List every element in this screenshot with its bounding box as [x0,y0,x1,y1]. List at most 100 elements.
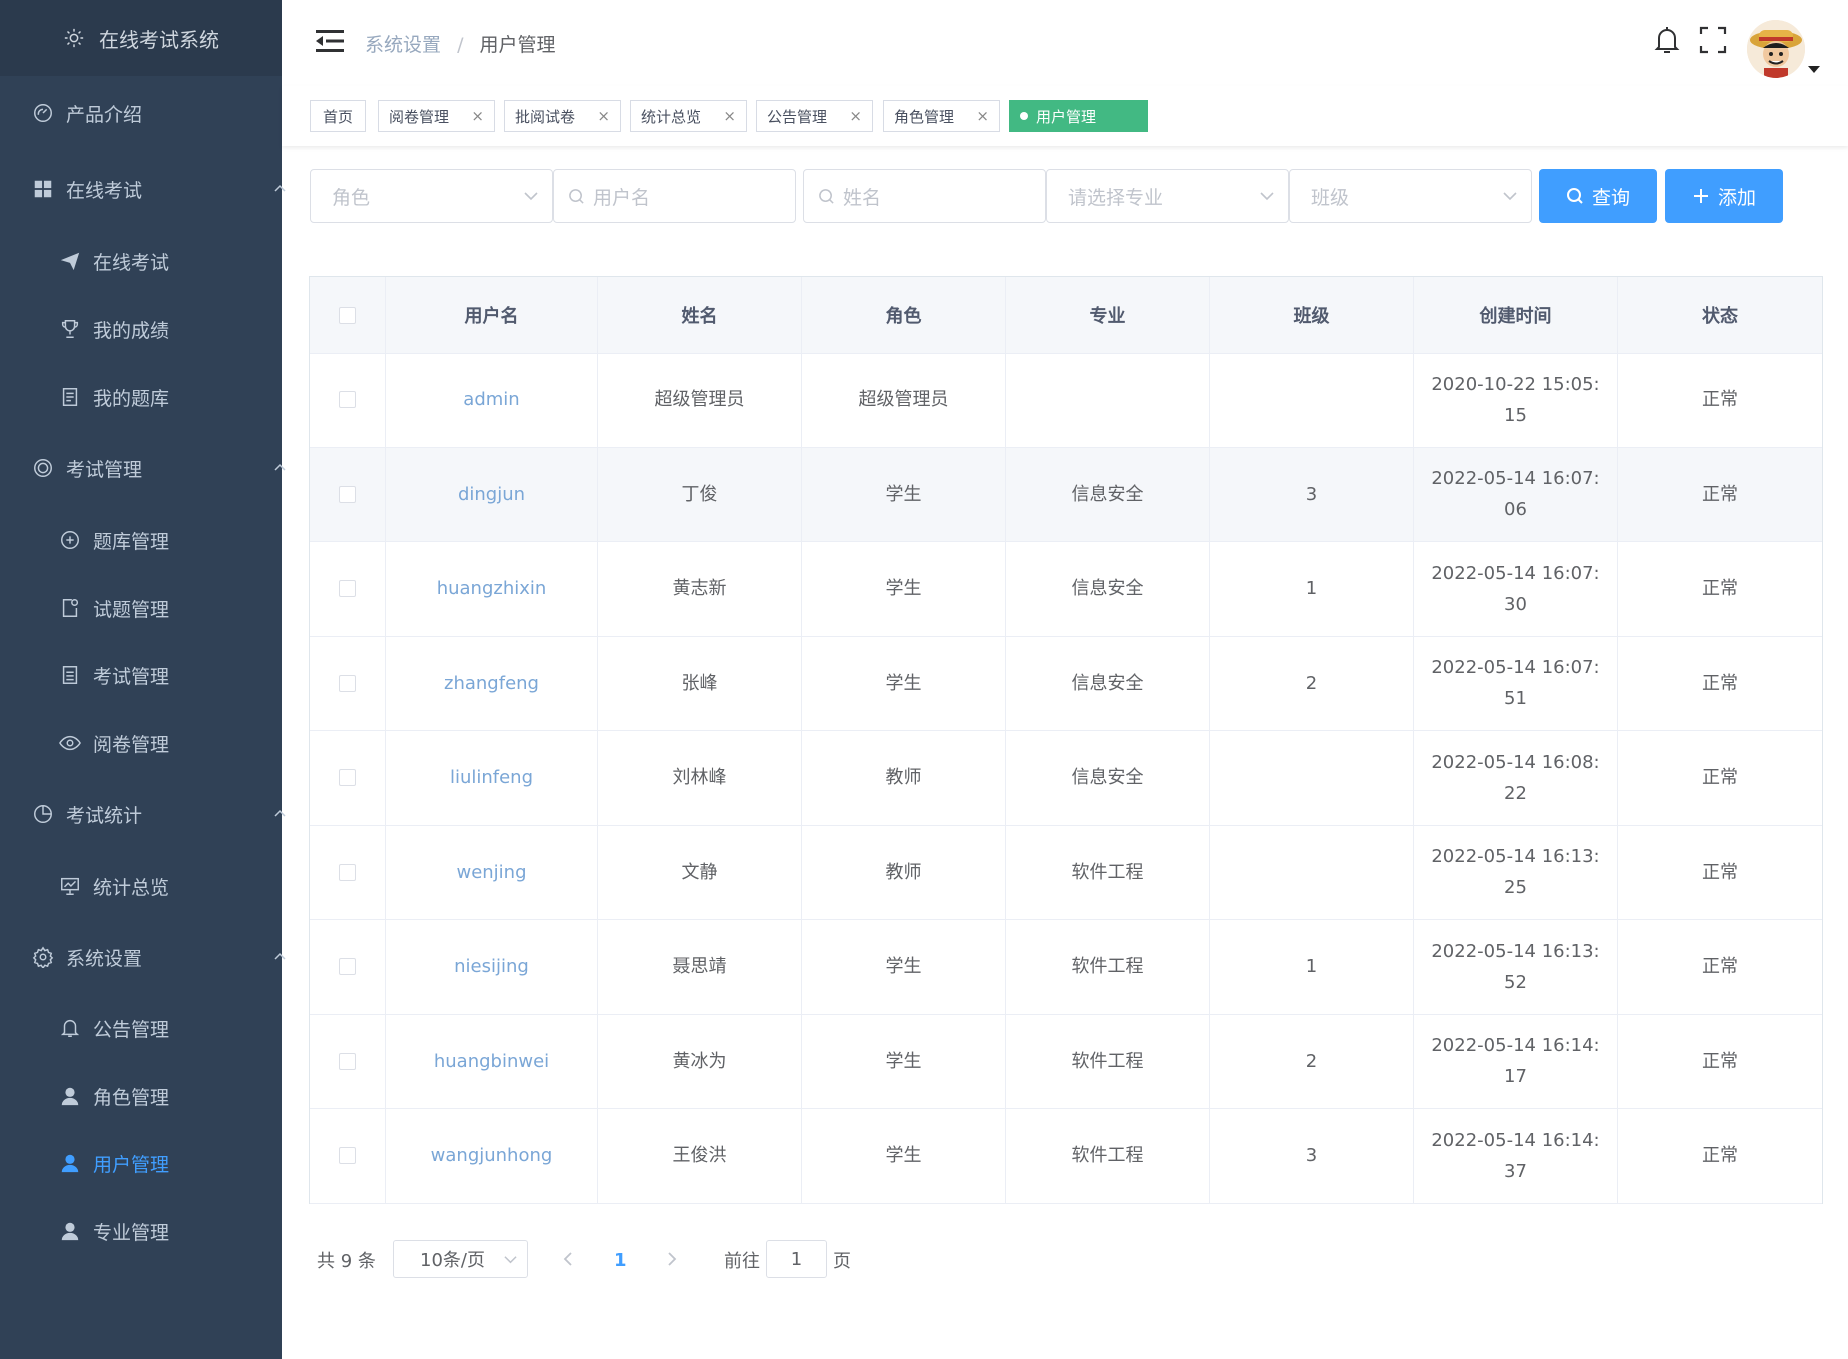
row-checkbox[interactable] [339,958,356,976]
header-role[interactable]: 角色 [802,277,1006,353]
avatar[interactable] [1747,20,1805,78]
sidebar-item-product-intro[interactable]: 产品介绍 [0,83,314,143]
table-row[interactable]: admin 超级管理员 超级管理员 2020-10-22 15:05:15 正常 [310,353,1822,448]
sidebar-group-exam-management[interactable]: 考试管理 [0,438,314,498]
header-name[interactable]: 姓名 [598,277,802,353]
row-checkbox[interactable] [339,485,356,503]
username-cell[interactable]: zhangfeng [386,636,598,730]
row-checkbox[interactable] [339,391,356,409]
header-created-time[interactable]: 创建时间 [1414,277,1618,353]
add-button-label: 添加 [1717,186,1756,209]
close-icon[interactable]: × [976,107,989,125]
sidebar-item-question-management[interactable]: 试题管理 [0,580,341,636]
username-cell[interactable]: huangzhixin [386,542,598,636]
class-select[interactable]: 班级 [1289,169,1532,223]
menu-fold-icon[interactable] [316,29,344,53]
role-cell: 超级管理员 [802,353,1006,447]
table-row[interactable]: huangzhixin 黄志新 学生 信息安全 1 2022-05-14 16:07:30… [310,542,1822,637]
username-cell[interactable]: admin [386,353,598,447]
row-checkbox[interactable] [339,674,356,692]
created-time-cell: 2022-05-14 16:07:06 [1414,447,1618,541]
username-input[interactable]: 用户名 [553,169,796,223]
close-icon[interactable]: × [849,107,862,125]
header-status[interactable]: 状态 [1618,277,1822,353]
tag-home[interactable]: 首页 [310,100,366,132]
table-row[interactable]: zhangfeng 张峰 学生 信息安全 2 2022-05-14 16:07:51 正常 [310,636,1822,731]
table-row[interactable]: niesijing 聂思靖 学生 软件工程 1 2022-05-14 16:13:52 正常 [310,920,1822,1015]
chevron-down-icon [1260,192,1274,201]
major-select[interactable]: 请选择专业 [1046,169,1289,223]
table-row[interactable]: liulinfeng 刘林峰 教师 信息安全 2022-05-14 16:08:22 正常 [310,731,1822,826]
sidebar-group-system-settings[interactable]: 系统设置 [0,927,314,987]
sidebar-item-my-question-bank[interactable]: 我的题库 [0,369,341,425]
major-cell: 软件工程 [1006,1109,1210,1203]
header-class[interactable]: 班级 [1210,277,1414,353]
name-cell: 刘林峰 [598,731,802,825]
username-cell[interactable]: dingjun [386,447,598,541]
edit-doc-icon [59,597,81,619]
tag-role-management[interactable]: 角色管理 × [883,100,1000,132]
breadcrumb-parent[interactable]: 系统设置 [365,34,441,56]
row-checkbox[interactable] [339,1052,356,1070]
row-checkbox[interactable] [339,863,356,881]
next-page-icon[interactable] [665,1251,679,1267]
row-checkbox-cell [310,353,386,447]
table-row[interactable]: wangjunhong 王俊洪 学生 软件工程 3 2022-05-14 16:14:37… [310,1109,1822,1204]
tag-statistics-overview[interactable]: 统计总览 × [630,100,747,132]
tag-grading-management[interactable]: 阅卷管理 × [378,100,495,132]
page-size-select[interactable]: 10条/页 [393,1240,528,1278]
app-logo[interactable]: 在线考试系统 [0,0,282,76]
sidebar-item-my-scores[interactable]: 我的成绩 [0,301,341,357]
query-button-label: 查询 [1591,186,1630,209]
fullscreen-icon[interactable] [1698,24,1728,56]
select-all-checkbox[interactable] [339,306,356,324]
username-cell[interactable]: huangbinwei [386,1014,598,1108]
table-row[interactable]: dingjun 丁俊 学生 信息安全 3 2022-05-14 16:07:06 正常 [310,447,1822,542]
close-icon[interactable]: × [471,107,484,125]
username-cell[interactable]: wenjing [386,825,598,919]
pie-chart-icon [32,803,54,825]
role-select[interactable]: 角色 [310,169,553,223]
sidebar-item-user-management[interactable]: 用户管理 [0,1135,341,1191]
page-number-current[interactable]: 1 [614,1241,627,1279]
tag-review-papers[interactable]: 批阅试卷 × [504,100,621,132]
sidebar-item-exam-management[interactable]: 考试管理 [0,647,341,703]
sidebar-item-label: 公告管理 [93,1018,170,1041]
username-cell[interactable]: wangjunhong [386,1109,598,1203]
header-major[interactable]: 专业 [1006,277,1210,353]
class-cell: 2 [1210,636,1414,730]
caret-down-icon[interactable] [1808,66,1820,73]
sidebar-group-exam-statistics[interactable]: 考试统计 [0,784,314,844]
close-icon[interactable]: × [723,107,736,125]
goto-page-input[interactable]: 1 [766,1240,827,1278]
sidebar-item-label: 我的成绩 [93,319,170,342]
pagination-total: 共 9 条 [317,1251,376,1272]
sidebar-item-major-management[interactable]: 专业管理 [0,1203,341,1259]
row-checkbox[interactable] [339,1147,356,1165]
table-row[interactable]: huangbinwei 黄冰为 学生 软件工程 2 2022-05-14 16:14:17… [310,1014,1822,1109]
tag-announcement-management[interactable]: 公告管理 × [756,100,873,132]
row-checkbox[interactable] [339,580,356,598]
prev-page-icon[interactable] [561,1251,575,1267]
sidebar-item-online-exam[interactable]: 在线考试 [0,233,341,289]
tag-user-management[interactable]: 用户管理 [1009,100,1148,132]
bell-icon[interactable] [1652,24,1682,56]
chevron-up-icon [274,952,286,960]
sidebar-item-grading-management[interactable]: 阅卷管理 [0,715,341,771]
sidebar-group-online-exam[interactable]: 在线考试 [0,159,314,219]
add-button[interactable]: 添加 [1665,169,1783,223]
sidebar-item-role-management[interactable]: 角色管理 [0,1068,341,1124]
username-cell[interactable]: niesijing [386,920,598,1014]
sidebar-item-statistics-overview[interactable]: 统计总览 [0,858,341,914]
header-username[interactable]: 用户名 [386,277,598,353]
username-cell[interactable]: liulinfeng [386,731,598,825]
row-checkbox[interactable] [339,769,356,787]
close-icon[interactable]: × [597,107,610,125]
query-button[interactable]: 查询 [1539,169,1657,223]
table-row[interactable]: wenjing 文静 教师 软件工程 2022-05-14 16:13:25 正常 [310,825,1822,920]
sidebar-item-announcement-management[interactable]: 公告管理 [0,1000,341,1056]
sidebar-item-question-bank-management[interactable]: 题库管理 [0,512,341,568]
name-input[interactable]: 姓名 [803,169,1046,223]
status-cell: 正常 [1702,389,1738,411]
sidebar-item-label: 专业管理 [93,1221,170,1244]
